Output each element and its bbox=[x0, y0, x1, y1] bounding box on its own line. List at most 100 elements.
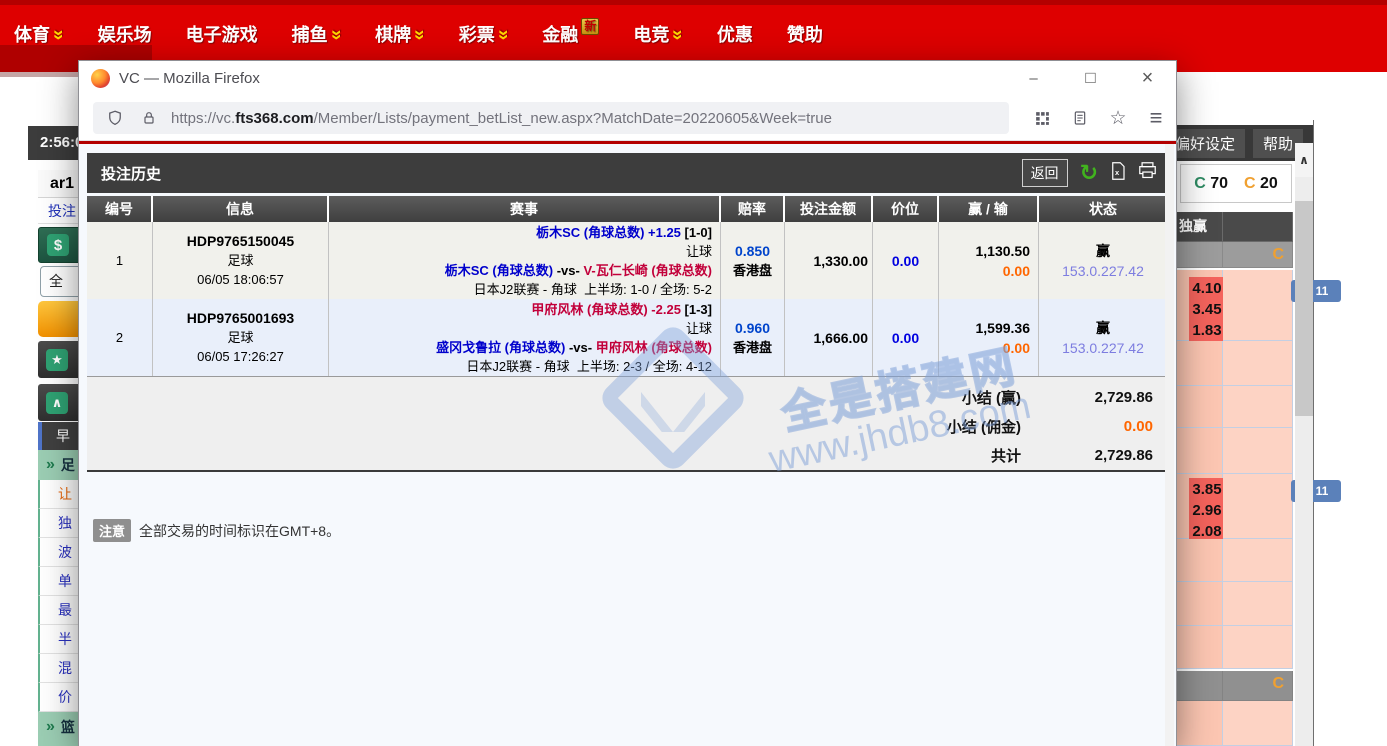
sidebar-item[interactable]: 独 bbox=[38, 509, 78, 538]
bet-no: 2 bbox=[87, 299, 153, 376]
bet-odds: 0.850 香港盘 bbox=[721, 222, 785, 299]
sidebar-item-early[interactable]: 早 bbox=[38, 422, 78, 450]
refresh-orange-icon[interactable]: C bbox=[1244, 175, 1256, 192]
sidebar-item-football[interactable]: 足 bbox=[38, 450, 78, 480]
url-text[interactable]: https://vc.fts368.com/Member/Lists/payme… bbox=[171, 110, 832, 127]
app-scrollbar[interactable]: ∧ bbox=[1295, 143, 1313, 746]
nav-item-promotions[interactable]: 优惠 bbox=[717, 21, 753, 47]
nav-item-finance[interactable]: 金融 新 bbox=[542, 21, 599, 47]
page-content: 投注历史 返回 x 编号 信息 赛事 赔率 bbox=[79, 144, 1176, 746]
promo-button[interactable] bbox=[38, 301, 78, 337]
print-icon[interactable] bbox=[1138, 162, 1157, 184]
nav-item-fishing[interactable]: 捕鱼 bbox=[292, 21, 342, 47]
dollar-icon bbox=[47, 234, 69, 256]
col-info: 信息 bbox=[153, 196, 329, 222]
bookmark-star-icon[interactable] bbox=[1106, 106, 1130, 130]
bet-price: 0.00 bbox=[873, 222, 939, 299]
odds-value[interactable]: 1.83 bbox=[1189, 320, 1225, 341]
odds-values[interactable]: 4.10 3.45 1.83 bbox=[1189, 277, 1225, 342]
page-scrollbar[interactable] bbox=[1165, 144, 1174, 746]
col-odds: 赔率 bbox=[721, 196, 785, 222]
balance-bar[interactable] bbox=[38, 227, 78, 263]
collapse-bar[interactable] bbox=[38, 384, 78, 421]
sidebar-item[interactable]: 价 bbox=[38, 683, 78, 712]
bet-price: 0.00 bbox=[873, 299, 939, 376]
favorites-bar[interactable] bbox=[38, 341, 78, 378]
odds-value[interactable]: 3.85 bbox=[1189, 479, 1225, 500]
bet-info: HDP9765150045 足球 06/05 18:06:57 bbox=[153, 222, 329, 299]
col-no: 编号 bbox=[87, 196, 153, 222]
refresh-counters: C 70 C 20 bbox=[1180, 164, 1292, 203]
scrollbar-thumb[interactable] bbox=[1295, 201, 1313, 416]
refresh-orange-icon[interactable]: C bbox=[1272, 675, 1284, 693]
lock-icon[interactable] bbox=[137, 106, 161, 130]
note-text: 全部交易的时间标识在GMT+8。 bbox=[139, 521, 340, 541]
reader-view-icon[interactable] bbox=[1068, 106, 1092, 130]
summary-value: 2,729.86 bbox=[1021, 389, 1167, 406]
page-title: 投注历史 bbox=[101, 163, 161, 184]
close-button[interactable] bbox=[1119, 61, 1176, 95]
nav-item-casino[interactable]: 娱乐场 bbox=[98, 21, 152, 47]
bet-info: HDP9765001693 足球 06/05 17:26:27 bbox=[153, 299, 329, 376]
star-icon bbox=[46, 349, 68, 371]
window-title: VC — Mozilla Firefox bbox=[119, 70, 260, 87]
bet-link[interactable]: 投注 bbox=[38, 198, 78, 224]
market-select[interactable]: 全 bbox=[40, 266, 78, 297]
maximize-button[interactable] bbox=[1062, 61, 1119, 95]
chevron-down-icon bbox=[672, 24, 683, 45]
nav-item-sports[interactable]: 体育 bbox=[14, 21, 64, 47]
nav-item-boardgames[interactable]: 棋牌 bbox=[375, 21, 425, 47]
sidebar-item-label: 足 bbox=[61, 455, 75, 475]
nav-item-sponsorship[interactable]: 赞助 bbox=[787, 21, 823, 47]
bet-winloss: 1,130.50 0.00 bbox=[939, 222, 1039, 299]
sidebar-item-label: 篮 bbox=[61, 717, 75, 737]
table-row: 1 HDP9765150045 足球 06/05 18:06:57 栃木SC (… bbox=[87, 222, 1167, 299]
shield-icon[interactable] bbox=[103, 106, 127, 130]
sidebar-item[interactable]: 最 bbox=[38, 596, 78, 625]
bet-status: 赢 153.0.227.42 bbox=[1039, 299, 1167, 376]
sidebar-item[interactable]: 半 bbox=[38, 625, 78, 654]
minimize-button[interactable] bbox=[1005, 61, 1062, 95]
summary-label: 小结 (赢) bbox=[87, 387, 1021, 408]
summary-value: 2,729.86 bbox=[1021, 447, 1167, 464]
odds-value[interactable]: 2.96 bbox=[1189, 500, 1225, 521]
odds-grid: 独赢 C 4.10 3.45 1.83 bbox=[1160, 212, 1293, 746]
sidebar-item[interactable]: 混 bbox=[38, 654, 78, 683]
odds-section-bar: C bbox=[1160, 671, 1293, 701]
nav-item-egames[interactable]: 电子游戏 bbox=[186, 21, 258, 47]
bet-no: 1 bbox=[87, 222, 153, 299]
refresh-icon[interactable] bbox=[1080, 160, 1098, 186]
bet-status: 赢 153.0.227.42 bbox=[1039, 222, 1167, 299]
double-arrow-icon bbox=[46, 718, 55, 736]
chevron-down-icon bbox=[498, 24, 509, 45]
odds-row bbox=[1160, 582, 1293, 626]
scroll-up-button[interactable]: ∧ bbox=[1295, 143, 1313, 177]
sidebar-item[interactable]: 单 bbox=[38, 567, 78, 596]
window-titlebar[interactable]: VC — Mozilla Firefox bbox=[79, 61, 1176, 95]
refresh-orange-icon[interactable]: C bbox=[1272, 246, 1284, 264]
summary-label: 小结 (佣金) bbox=[87, 416, 1021, 437]
nav-item-lottery[interactable]: 彩票 bbox=[459, 21, 509, 47]
counter-green-value: 70 bbox=[1210, 175, 1228, 192]
sidebar-item[interactable]: 波 bbox=[38, 538, 78, 567]
odds-values[interactable]: 3.85 2.96 2.08 bbox=[1189, 478, 1225, 543]
col-amount: 投注金额 bbox=[785, 196, 873, 222]
refresh-green-icon[interactable]: C bbox=[1194, 175, 1206, 192]
bet-winloss: 1,599.36 0.00 bbox=[939, 299, 1039, 376]
nav-item-esports[interactable]: 电竞 bbox=[633, 21, 683, 47]
odds-value[interactable]: 4.10 bbox=[1189, 278, 1225, 299]
odds-row: 4.10 3.45 1.83 11 bbox=[1160, 270, 1293, 341]
export-excel-icon[interactable]: x bbox=[1110, 162, 1126, 185]
containers-grid-icon[interactable] bbox=[1030, 106, 1054, 130]
bet-table: 编号 信息 赛事 赔率 投注金额 价位 赢 / 输 状态 1 HDP976515… bbox=[87, 196, 1167, 377]
sidebar-item-basketball[interactable]: 篮 bbox=[38, 712, 78, 742]
odds-grid-header: 独赢 bbox=[1160, 212, 1293, 242]
odds-value[interactable]: 3.45 bbox=[1189, 299, 1225, 320]
sidebar-item[interactable]: 让 bbox=[38, 480, 78, 509]
back-button[interactable]: 返回 bbox=[1022, 159, 1068, 187]
address-bar[interactable]: https://vc.fts368.com/Member/Lists/payme… bbox=[93, 102, 1009, 134]
chevron-down-icon bbox=[414, 24, 425, 45]
col-match: 赛事 bbox=[329, 196, 721, 222]
odds-row bbox=[1160, 539, 1293, 582]
menu-icon[interactable] bbox=[1144, 106, 1168, 130]
